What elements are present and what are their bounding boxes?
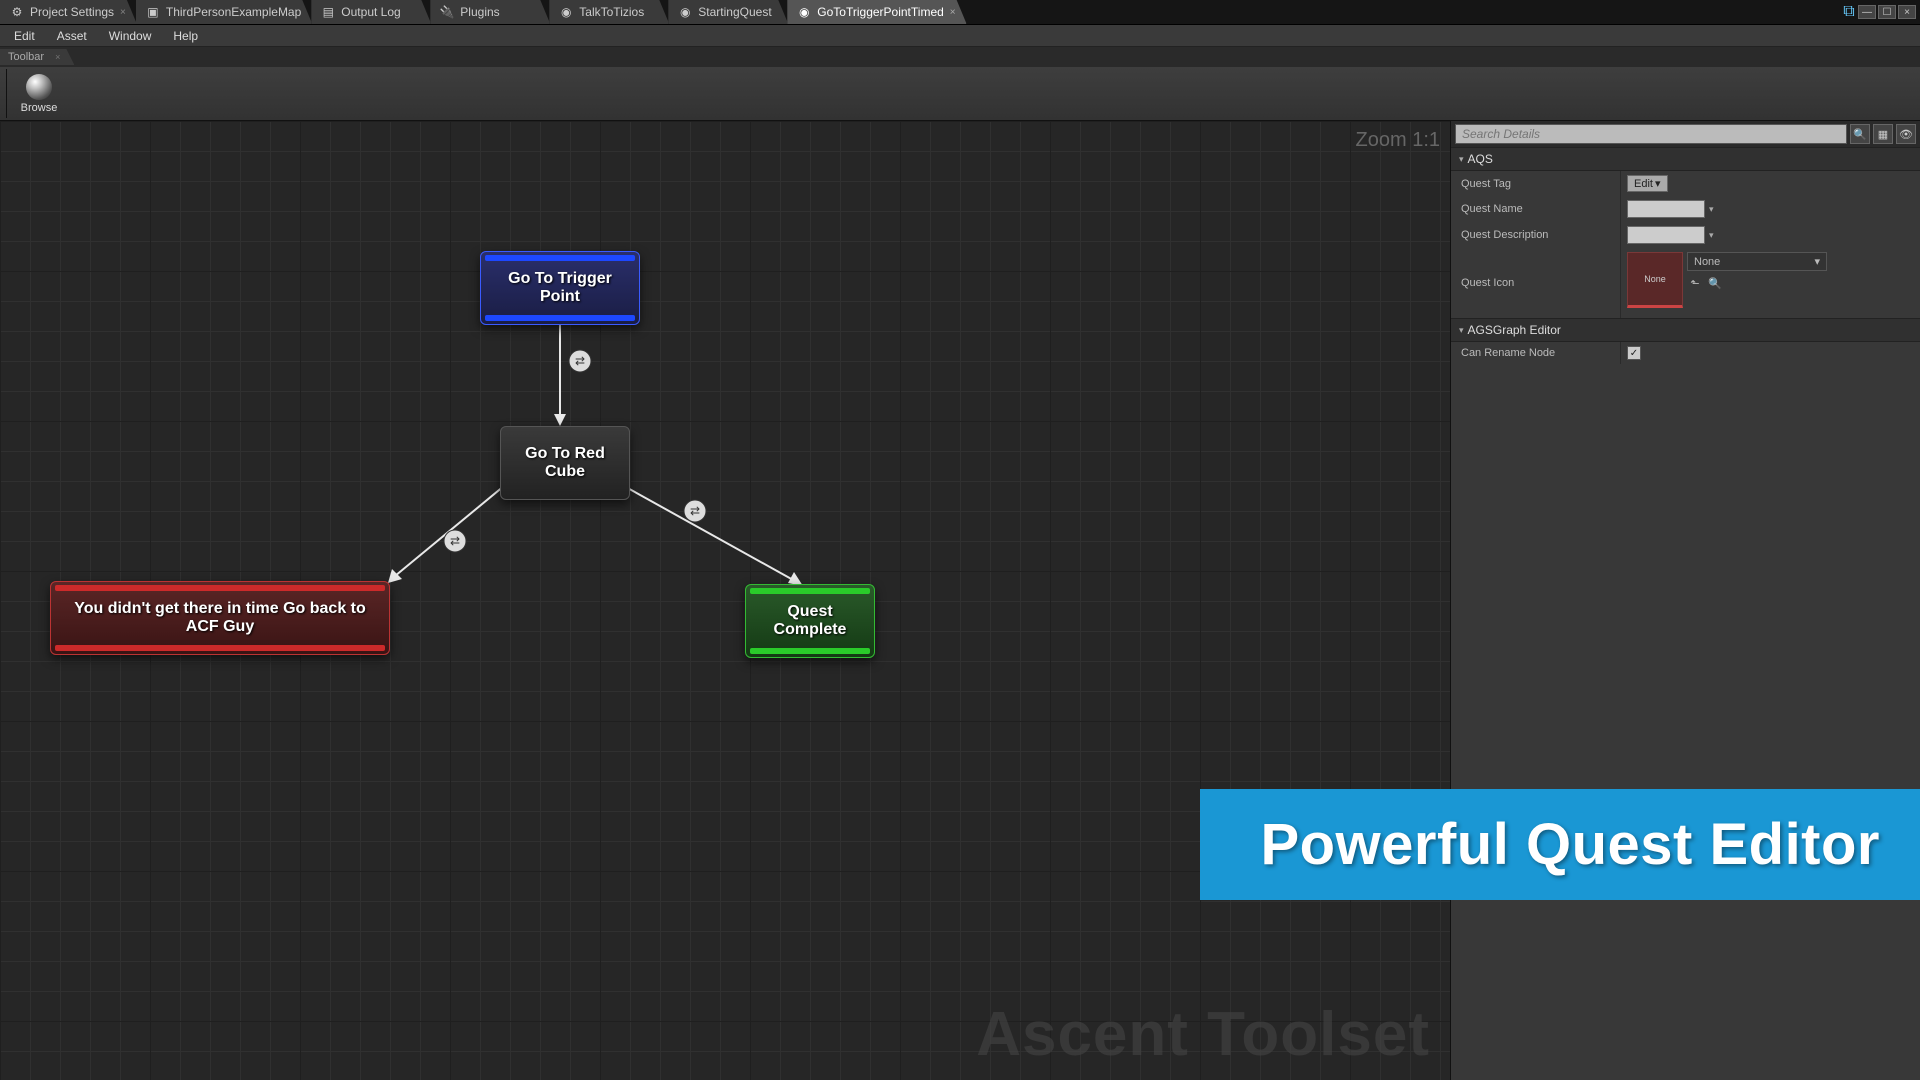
close-icon[interactable]: × [950, 7, 956, 18]
menu-window[interactable]: Window [99, 27, 162, 45]
browse-button[interactable]: Browse [15, 70, 63, 118]
tab-map[interactable]: ▣ ThirdPersonExampleMap [136, 0, 312, 24]
section-aqs-header[interactable]: AQS [1451, 147, 1920, 171]
graph-watermark: Ascent Toolset [976, 999, 1430, 1070]
tab-project-settings[interactable]: ⚙ Project Settings × [0, 0, 137, 24]
chevron-down-icon: ▾ [1814, 255, 1820, 268]
node-title: Go To Red Cube [515, 435, 615, 491]
quest-name-field[interactable] [1627, 200, 1705, 218]
toolbar-tab-label: Toolbar [8, 51, 44, 63]
prop-can-rename-label: Can Rename Node [1451, 342, 1621, 364]
prop-quest-icon-label: Quest Icon [1451, 248, 1621, 318]
menu-asset[interactable]: Asset [47, 27, 97, 45]
tab-plugins[interactable]: 🔌 Plugins [430, 0, 550, 24]
section-title: AQS [1468, 152, 1493, 166]
graph-canvas[interactable]: Zoom 1:1 ⇄ ⇄ ⇄ Go To Trigger Point Go To… [0, 121, 1450, 1080]
chevron-down-icon[interactable]: ▾ [1709, 204, 1714, 215]
tab-label: StartingQuest [698, 5, 771, 19]
window-controls: ⧉ — ☐ × [1842, 0, 1920, 24]
graph-node-start[interactable]: Go To Trigger Point [480, 251, 640, 325]
prop-quest-desc-value: ▾ [1621, 222, 1920, 248]
maximize-button[interactable]: ☐ [1878, 5, 1896, 19]
toolbar-tab[interactable]: Toolbar × [0, 49, 74, 65]
browse-label: Browse [21, 102, 58, 114]
tab-go-to-trigger-point-timed[interactable]: ◉ GoToTriggerPointTimed × [787, 0, 966, 24]
node-title: Quest Complete [760, 593, 860, 649]
search-input[interactable] [1455, 124, 1847, 144]
view-grid-icon[interactable]: ▦ [1873, 124, 1893, 144]
prop-quest-tag-label: Quest Tag [1451, 171, 1621, 196]
quest-tag-edit-button[interactable]: Edit▾ [1627, 175, 1668, 192]
tab-talk-to-tizios[interactable]: ◉ TalkToTizios [549, 0, 669, 24]
view-eye-icon[interactable]: 👁 [1896, 124, 1916, 144]
editor-properties: Can Rename Node ✓ [1451, 342, 1920, 364]
quest-icon-thumbnail[interactable]: None [1627, 252, 1683, 308]
tab-label: Plugins [460, 5, 499, 19]
node-title: Go To Trigger Point [495, 260, 625, 316]
prop-quest-icon-value: None None ▾ ⬑ 🔍 [1621, 248, 1920, 318]
close-icon[interactable]: × [120, 7, 126, 18]
section-editor-header[interactable]: AGSGraph Editor [1451, 318, 1920, 342]
plug-icon: 🔌 [440, 5, 454, 19]
section-title: AGSGraph Editor [1468, 323, 1561, 337]
title-tab-strip: ⚙ Project Settings × ▣ ThirdPersonExampl… [0, 0, 1920, 25]
chevron-down-icon: ▾ [1655, 177, 1661, 190]
menu-bar: File Edit Asset Window Help [0, 25, 1920, 47]
log-icon: ▤ [321, 5, 335, 19]
gear-icon: ⚙ [10, 5, 24, 19]
graph-node-mid[interactable]: Go To Red Cube [500, 426, 630, 500]
tab-starting-quest[interactable]: ◉ StartingQuest [668, 0, 788, 24]
use-selected-icon[interactable]: ⬑ [1687, 275, 1703, 291]
minimize-button[interactable]: — [1858, 5, 1876, 19]
tab-label: GoToTriggerPointTimed [817, 5, 944, 19]
zoom-label: Zoom 1:1 [1356, 129, 1440, 152]
search-icon[interactable]: 🔍 [1850, 124, 1870, 144]
details-search-row: 🔍 ▦ 👁 [1451, 121, 1920, 147]
toolbar-tab-row: Toolbar × [0, 47, 1920, 67]
can-rename-checkbox[interactable]: ✓ [1627, 346, 1641, 360]
prop-quest-tag-value: Edit▾ [1621, 171, 1920, 196]
graph-node-fail[interactable]: You didn't get there in time Go back to … [50, 581, 390, 655]
tab-label: Project Settings [30, 5, 114, 19]
prop-can-rename-value: ✓ [1621, 342, 1920, 364]
tab-label: Output Log [341, 5, 400, 19]
close-button[interactable]: × [1898, 5, 1916, 19]
quest-icon-dropdown[interactable]: None ▾ [1687, 252, 1827, 271]
node-title: You didn't get there in time Go back to … [65, 590, 375, 646]
source-control-icon[interactable]: ⧉ [1842, 5, 1856, 19]
close-icon[interactable]: × [55, 52, 60, 62]
browse-icon [26, 74, 52, 100]
toolbar-separator [6, 69, 7, 118]
menu-edit[interactable]: Edit [4, 27, 45, 45]
asset-icon: ◉ [797, 5, 811, 19]
main-area: Zoom 1:1 ⇄ ⇄ ⇄ Go To Trigger Point Go To… [0, 121, 1920, 1080]
asset-icon: ◉ [678, 5, 692, 19]
tab-label: ThirdPersonExampleMap [166, 5, 301, 19]
aqs-properties: Quest Tag Edit▾ Quest Name ▾ Quest Descr… [1451, 171, 1920, 318]
prop-quest-desc-label: Quest Description [1451, 222, 1621, 248]
chevron-down-icon[interactable]: ▾ [1709, 230, 1714, 241]
asset-icon: ◉ [559, 5, 573, 19]
menu-help[interactable]: Help [163, 27, 208, 45]
toolbar: Browse [0, 67, 1920, 121]
quest-desc-field[interactable] [1627, 226, 1705, 244]
level-icon: ▣ [146, 5, 160, 19]
details-panel: 🔍 ▦ 👁 AQS Quest Tag Edit▾ Quest Name ▾ Q… [1450, 121, 1920, 1080]
promo-banner: Powerful Quest Editor [1200, 789, 1920, 900]
prop-quest-name-value: ▾ [1621, 196, 1920, 222]
prop-quest-name-label: Quest Name [1451, 196, 1621, 222]
tab-label: TalkToTizios [579, 5, 644, 19]
tab-output-log[interactable]: ▤ Output Log [311, 0, 431, 24]
browse-asset-icon[interactable]: 🔍 [1707, 275, 1723, 291]
graph-node-complete[interactable]: Quest Complete [745, 584, 875, 658]
